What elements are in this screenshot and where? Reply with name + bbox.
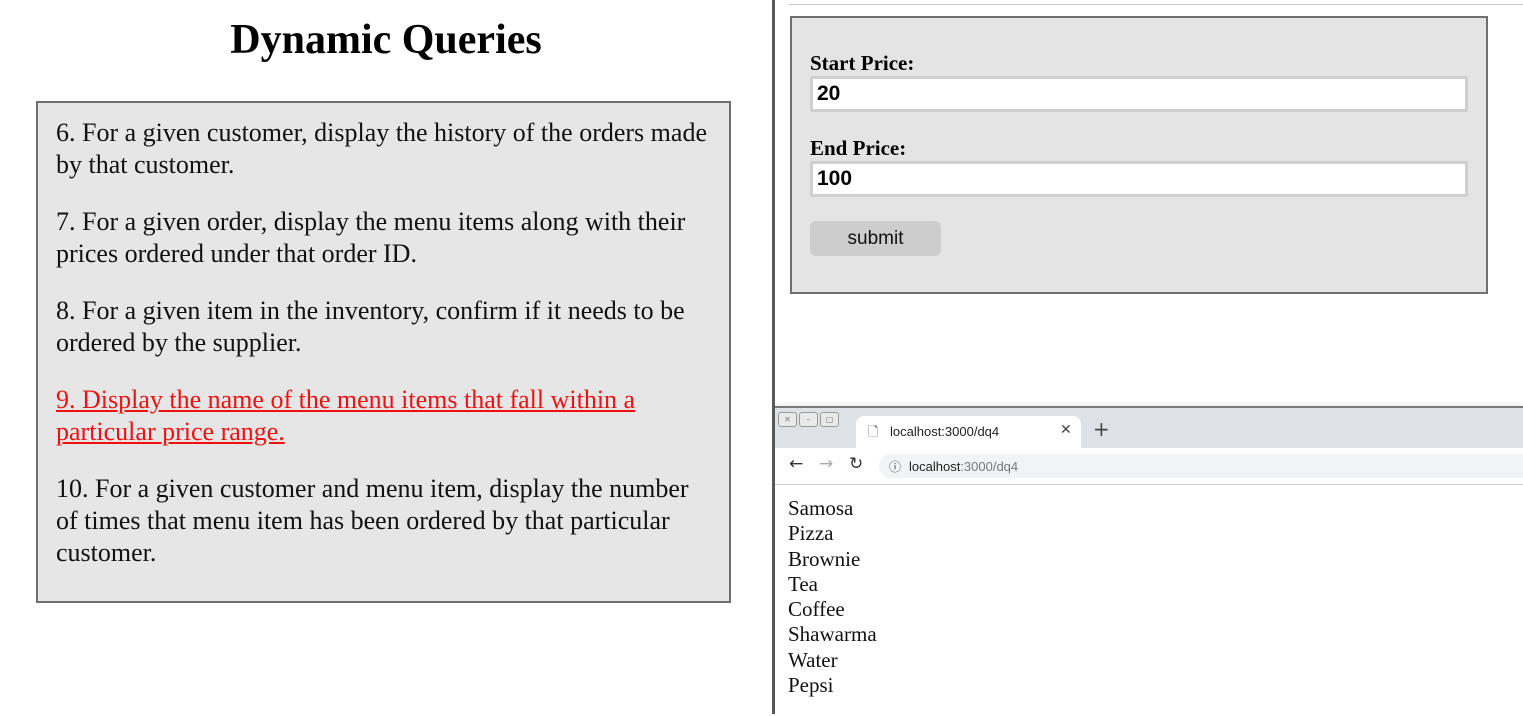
- query-item-10[interactable]: 10. For a given customer and menu item, …: [56, 473, 711, 569]
- start-price-label: Start Price:: [810, 51, 915, 75]
- window-maximize-icon[interactable]: ▢: [820, 412, 839, 427]
- list-item: Pizza: [788, 521, 834, 546]
- query-list: 6. For a given customer, display the his…: [36, 101, 731, 603]
- query-item-9-link[interactable]: 9. Display the name of the menu items th…: [56, 384, 711, 448]
- close-icon[interactable]: ✕: [1060, 422, 1072, 438]
- window-close-icon[interactable]: ✕: [778, 412, 797, 427]
- submit-button[interactable]: submit: [810, 221, 941, 256]
- query-item-6[interactable]: 6. For a given customer, display the his…: [56, 117, 711, 181]
- browser-toolbar: ← → ↻ ⓘ localhost:3000/dq4: [775, 448, 1523, 485]
- query-list-pane: Dynamic Queries 6. For a given customer,…: [0, 0, 772, 714]
- tab-title: localhost:3000/dq4: [890, 424, 1000, 439]
- reload-icon[interactable]: ↻: [849, 454, 863, 474]
- url-text: localhost:3000/dq4: [909, 459, 1018, 474]
- list-item: Brownie: [788, 546, 861, 571]
- list-item: Tea: [788, 571, 819, 596]
- end-price-label: End Price:: [810, 136, 907, 160]
- price-form-pane: Start Price: End Price: submit: [775, 0, 1523, 406]
- plus-icon[interactable]: +: [1093, 417, 1110, 441]
- list-item: Coffee: [788, 597, 845, 622]
- divider: [789, 4, 1523, 5]
- price-range-form: Start Price: End Price: submit: [790, 16, 1488, 294]
- browser-window: ✕ – ▢ 🗋 localhost:3000/dq4 ✕ + ← → ↻ ⓘ l…: [775, 406, 1523, 716]
- url-path: :3000/dq4: [960, 459, 1019, 474]
- info-icon[interactable]: ⓘ: [889, 458, 901, 475]
- query-item-7[interactable]: 7. For a given order, display the menu i…: [56, 206, 711, 270]
- list-item: Shawarma: [788, 622, 877, 647]
- list-item: Samosa: [788, 496, 854, 520]
- url-host: localhost: [909, 459, 961, 474]
- browser-tab[interactable]: 🗋 localhost:3000/dq4 ✕: [856, 416, 1081, 448]
- address-bar[interactable]: ⓘ localhost:3000/dq4: [879, 454, 1523, 478]
- query-item-8[interactable]: 8. For a given item in the inventory, co…: [56, 295, 711, 359]
- list-item: Water: [788, 647, 838, 672]
- page-title: Dynamic Queries: [230, 17, 542, 63]
- page-icon: 🗋: [868, 425, 879, 440]
- back-arrow-icon[interactable]: ←: [789, 454, 803, 474]
- result-list: Samosa Pizza Brownie Tea Coffee Shawarma…: [788, 496, 877, 698]
- forward-arrow-icon[interactable]: →: [819, 454, 833, 474]
- tab-strip: ✕ – ▢ 🗋 localhost:3000/dq4 ✕ +: [775, 408, 1523, 448]
- end-price-input[interactable]: [810, 161, 1468, 197]
- window-minimize-icon[interactable]: –: [799, 412, 818, 427]
- start-price-input[interactable]: [810, 76, 1468, 112]
- window-controls: ✕ – ▢: [778, 412, 839, 427]
- list-item: Pepsi: [788, 673, 834, 698]
